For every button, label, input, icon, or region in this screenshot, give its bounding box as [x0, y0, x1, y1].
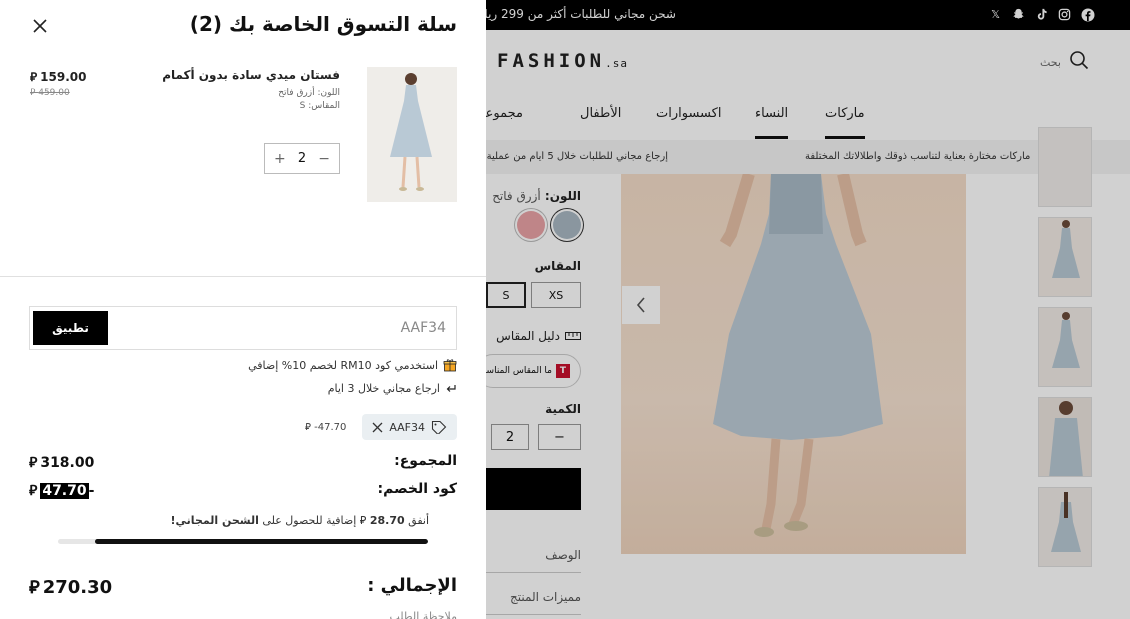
subtotal-value: ⃁ 318.00 [29, 453, 94, 471]
coupon-input[interactable] [156, 317, 446, 339]
free-shipping-message: أنفق 28.70 ⃁ إضافية للحصول على الشحن الم… [171, 514, 429, 528]
cart-item-quantity[interactable]: 2 [298, 151, 306, 166]
cart-item-image[interactable] [367, 67, 457, 202]
cart-item-name[interactable]: فستان ميدي سادة بدون أكمام [162, 68, 340, 82]
returns-note-text: ارجاع مجاني خلال 3 ايام [327, 382, 440, 395]
qty-increase-button[interactable]: + [274, 151, 286, 167]
coupon-form: تطبيق [29, 306, 457, 350]
applied-coupon-amount: ⃁ -47.70 [305, 420, 346, 433]
riyal-icon: ⃁ [305, 422, 315, 433]
free-shipping-progress [58, 539, 428, 544]
discount-amount: 47.70 [40, 483, 89, 499]
discount-label: كود الخصم: [377, 481, 458, 497]
discount-sign: - [88, 483, 95, 499]
riyal-icon: ⃁ [30, 70, 38, 84]
applied-coupon-amount-value: -47.70 [314, 422, 347, 433]
cart-item-color: اللون: أزرق فاتح [278, 88, 340, 98]
cart-item-old-price: ⃁ 459.00 [30, 87, 70, 98]
riyal-icon: ⃁ [29, 455, 38, 471]
tag-icon [431, 420, 447, 434]
subtotal-amount: 318.00 [40, 455, 95, 471]
returns-note: ارجاع مجاني خلال 3 ايام [328, 382, 457, 395]
qty-decrease-button[interactable]: − [318, 151, 330, 167]
drawer-backdrop[interactable] [486, 0, 1130, 619]
close-icon [33, 19, 47, 33]
progress-fill [95, 539, 428, 544]
riyal-icon: ⃁ [29, 577, 40, 598]
shipping-amount: 28.70 [369, 514, 405, 527]
cart-item-figure [367, 67, 457, 202]
applied-coupon-code: AAF34 [389, 420, 425, 434]
promo-note: استخدمي كود RM10 لخصم 10% إضافي [248, 358, 457, 372]
total-amount: 270.30 [42, 577, 113, 598]
riyal-icon: ⃁ [29, 483, 38, 499]
subtotal-label: المجموع: [394, 453, 457, 469]
total-value: ⃁ 270.30 [29, 575, 112, 598]
cart-title: سلة التسوق الخاصة بك (2) [189, 12, 457, 36]
order-note-toggle[interactable]: ملاحظة الطلب [389, 610, 457, 619]
gift-icon [443, 359, 457, 372]
apply-coupon-button[interactable]: تطبيق [33, 311, 108, 345]
applied-coupon-chip: AAF34 [362, 414, 457, 440]
shipping-middle: إضافية للحصول على [262, 514, 357, 527]
cart-drawer: سلة التسوق الخاصة بك (2) فستان ميدي سادة… [0, 0, 486, 619]
close-cart-button[interactable] [29, 15, 51, 37]
cart-item-price-value: 159.00 [40, 70, 87, 84]
shipping-bold: الشحن المجاني! [170, 514, 259, 527]
return-arrow-icon [446, 384, 456, 392]
cart-item-quantity-stepper: + 2 − [264, 143, 340, 174]
cart-item-price: ⃁ 159.00 [30, 70, 86, 85]
discount-value: ⃁ 47.70- [29, 481, 94, 499]
cart-item-size: المقاس: S [299, 101, 340, 111]
riyal-icon: ⃁ [30, 88, 39, 98]
total-label: الإجمالي : [367, 575, 457, 596]
promo-note-text: استخدمي كود RM10 لخصم 10% إضافي [248, 358, 438, 372]
cart-item-old-price-value: 459.00 [38, 88, 70, 98]
shipping-prefix: أنفق [408, 514, 429, 527]
section-divider [0, 276, 486, 277]
riyal-icon: ⃁ [356, 514, 370, 527]
remove-coupon-icon[interactable] [372, 422, 383, 433]
